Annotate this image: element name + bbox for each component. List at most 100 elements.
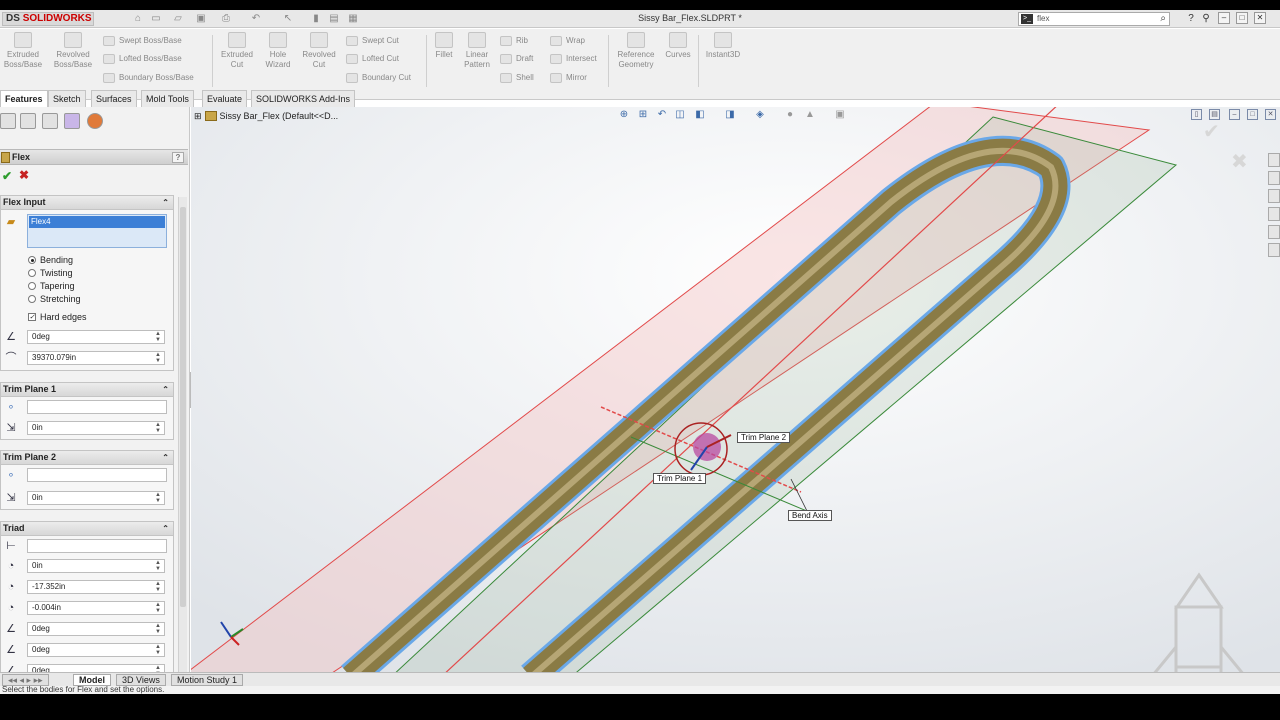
expand-icon[interactable]: ⊞ <box>194 111 202 121</box>
swept-boss-button[interactable]: Swept Boss/Base <box>103 35 182 47</box>
triad-rot-y-field[interactable]: 0deg ▲ ▼ <box>27 643 165 657</box>
display-style-icon[interactable]: ◨ <box>723 107 737 123</box>
confirm-cancel-icon[interactable]: ✖ <box>1231 149 1248 174</box>
search-icon[interactable]: ⌕ <box>1160 13 1166 25</box>
lofted-cut-button[interactable]: Lofted Cut <box>346 53 399 65</box>
triad-reference[interactable] <box>27 539 167 553</box>
triad-x-field[interactable]: 0in ▲ ▼ <box>27 559 165 573</box>
view-settings-icon[interactable]: ▣ <box>833 107 847 123</box>
configuration-manager-icon[interactable] <box>42 113 58 129</box>
user-icon[interactable]: ⚲ <box>1200 13 1212 25</box>
task-pane-appearances-icon[interactable] <box>1268 243 1280 257</box>
tab-addins[interactable]: SOLIDWORKS Add-Ins <box>251 90 356 107</box>
wrap-button[interactable]: Wrap <box>550 35 585 47</box>
boundary-boss-button[interactable]: Boundary Boss/Base <box>103 72 194 84</box>
feature-manager-icon[interactable] <box>0 113 16 129</box>
options-icon[interactable]: ▦ <box>347 13 359 25</box>
mirror-button[interactable]: Mirror <box>550 72 587 84</box>
print-icon[interactable]: ⎙ <box>220 13 232 25</box>
tree-item-part[interactable]: Sissy Bar_Flex (Default<<D... <box>220 111 339 121</box>
apply-scene-icon[interactable]: ▲ <box>803 107 817 123</box>
cancel-button[interactable]: ✖ <box>19 168 29 182</box>
trim-plane-2-offset[interactable]: 0in ▲ ▼ <box>27 491 165 505</box>
radio-stretching[interactable]: Stretching <box>27 293 81 305</box>
linear-pattern-button[interactable]: Linear Pattern <box>460 32 494 70</box>
hard-edges-checkbox[interactable]: ✓ Hard edges <box>27 311 87 323</box>
section-view-icon[interactable]: ◫ <box>673 107 687 123</box>
minimize-icon[interactable]: – <box>1218 12 1230 24</box>
flex-input-header[interactable]: Flex Input ⌃ <box>1 196 173 210</box>
curves-button[interactable]: Curves <box>662 32 694 60</box>
triad-z-field[interactable]: -0.004in ▲ ▼ <box>27 601 165 615</box>
tab-scroll-arrows-icon[interactable]: ◂◂ ◂ ▸ ▸▸ <box>2 674 49 686</box>
collapse-icon[interactable]: ⌃ <box>162 383 169 396</box>
draft-button[interactable]: Draft <box>500 53 533 65</box>
spin-arrows-icon[interactable]: ▲▼ <box>153 331 163 343</box>
spin-arrows-icon[interactable]: ▲▼ <box>153 560 163 572</box>
trim-plane-2-reference[interactable] <box>27 468 167 482</box>
feature-tree-flyout[interactable]: ⊞ Sissy Bar_Flex (Default<<D... <box>194 111 338 122</box>
rebuild-icon[interactable]: ▮ <box>310 13 322 25</box>
doc-close-icon[interactable]: ✕ <box>1265 109 1276 120</box>
extruded-boss-button[interactable]: Extruded Boss/Base <box>2 32 44 70</box>
previous-view-icon[interactable]: ↶ <box>655 107 669 123</box>
task-pane-home-icon[interactable] <box>1268 153 1280 167</box>
radio-twisting[interactable]: Twisting <box>27 267 73 279</box>
select-icon[interactable]: ↖ <box>282 13 294 25</box>
solidworks-logo[interactable]: DS SOLIDWORKS <box>2 12 94 26</box>
collapse-icon[interactable]: ⌃ <box>162 196 169 209</box>
collapse-icon[interactable]: ⌃ <box>162 522 169 535</box>
trim-plane-1-callout[interactable]: Trim Plane 1 <box>653 473 707 484</box>
instant3d-button[interactable]: Instant3D <box>702 32 744 60</box>
file-properties-icon[interactable]: ▤ <box>328 13 340 25</box>
triad-rot-z-field[interactable]: 0deg▲▼ <box>27 664 165 672</box>
tab-features[interactable]: Features <box>0 90 48 107</box>
trim-plane-2-header[interactable]: Trim Plane 2 ⌃ <box>1 451 173 465</box>
scrollbar-thumb[interactable] <box>180 207 186 607</box>
fillet-button[interactable]: Fillet <box>430 32 458 60</box>
ok-button[interactable]: ✔ <box>2 169 12 183</box>
task-pane-library-icon[interactable] <box>1268 189 1280 203</box>
task-pane-explorer-icon[interactable] <box>1268 207 1280 221</box>
triad-header[interactable]: Triad ⌃ <box>1 522 173 536</box>
shell-button[interactable]: Shell <box>500 72 534 84</box>
hole-wizard-button[interactable]: Hole Wizard <box>260 32 296 70</box>
spin-arrows-icon[interactable]: ▲▼ <box>153 422 163 434</box>
doc-restore-icon[interactable]: □ <box>1247 109 1258 120</box>
save-icon[interactable]: ▣ <box>195 13 207 25</box>
home-icon[interactable]: ⌂ <box>132 13 144 25</box>
intersect-button[interactable]: Intersect <box>550 53 597 65</box>
close-icon[interactable]: ✕ <box>1254 12 1266 24</box>
tab-motion-study[interactable]: Motion Study 1 <box>171 674 244 686</box>
radius-field[interactable]: 39370.079in ▲ ▼ <box>27 351 165 365</box>
angle-field[interactable]: 0deg ▲ ▼ <box>27 330 165 344</box>
selected-body[interactable]: Flex4 <box>29 216 165 228</box>
revolved-boss-button[interactable]: Revolved Boss/Base <box>50 32 96 70</box>
property-manager-icon[interactable] <box>20 113 36 129</box>
radio-bending[interactable]: Bending <box>27 254 73 266</box>
doc-minimize-icon[interactable]: – <box>1229 109 1240 120</box>
tab-sketch[interactable]: Sketch <box>48 90 86 107</box>
hide-show-icon[interactable]: ◈ <box>753 107 767 123</box>
spin-arrows-icon[interactable]: ▲▼ <box>153 352 163 364</box>
spin-arrows-icon[interactable]: ▲▼ <box>153 623 163 635</box>
trim-plane-2-callout[interactable]: Trim Plane 2 <box>737 432 791 443</box>
triad-rot-x-field[interactable]: 0deg ▲ ▼ <box>27 622 165 636</box>
collapse-icon[interactable]: ⌃ <box>162 451 169 464</box>
help-icon[interactable]: ? <box>172 152 184 163</box>
dimxpert-icon[interactable] <box>64 113 80 129</box>
trim-plane-1-reference[interactable] <box>27 400 167 414</box>
tab-3d-views[interactable]: 3D Views <box>116 674 166 686</box>
zoom-to-fit-icon[interactable]: ⊕ <box>617 107 631 123</box>
swept-cut-button[interactable]: Swept Cut <box>346 35 399 47</box>
radio-tapering[interactable]: Tapering <box>27 280 75 292</box>
spin-arrows-icon[interactable]: ▲▼ <box>153 665 163 672</box>
triad-y-field[interactable]: -17.352in ▲ ▼ <box>27 580 165 594</box>
spin-arrows-icon[interactable]: ▲▼ <box>153 581 163 593</box>
panel-scrollbar[interactable] <box>178 197 187 672</box>
new-document-icon[interactable]: ▭ <box>150 13 162 25</box>
display-manager-icon[interactable] <box>87 113 103 129</box>
tab-evaluate[interactable]: Evaluate <box>202 90 248 107</box>
rib-button[interactable]: Rib <box>500 35 528 47</box>
undo-icon[interactable]: ↶ <box>250 13 262 25</box>
